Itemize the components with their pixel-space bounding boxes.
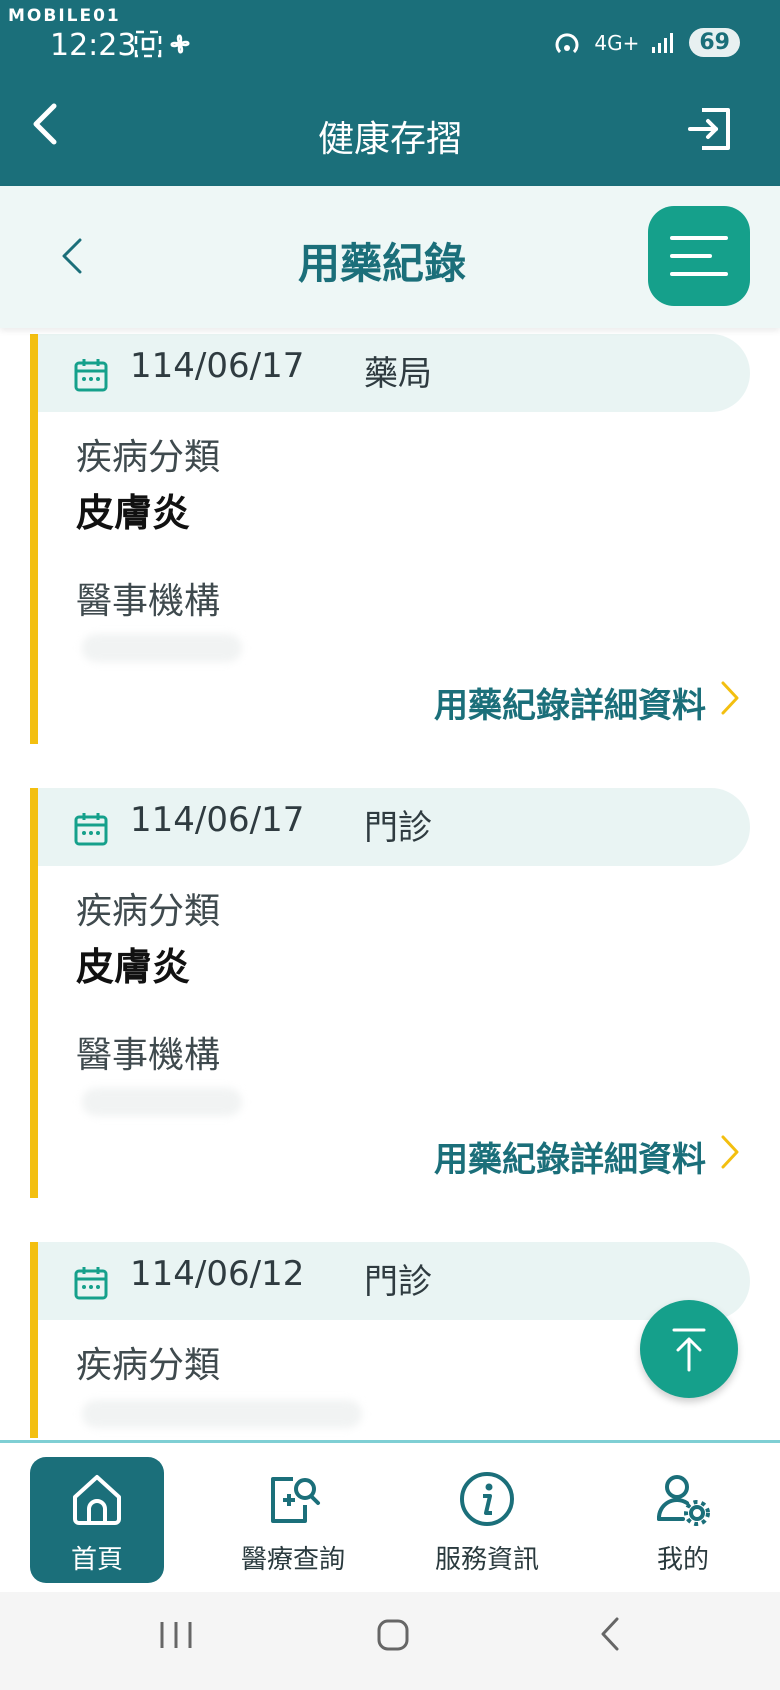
detail-link-label: 用藥紀錄詳細資料 <box>434 686 706 726</box>
system-back-icon[interactable] <box>598 1616 622 1662</box>
disease-label: 疾病分類 <box>76 891 221 932</box>
record-date: 114/06/12 <box>130 1254 305 1294</box>
nav-label: 醫療查詢 <box>240 1545 345 1575</box>
home-icon <box>73 1475 121 1525</box>
top-app-bar: MOBILE01 12:23 4G+ 69 健康存摺 <box>0 0 780 186</box>
signal-icon <box>652 32 674 53</box>
detail-link[interactable]: 用藥紀錄詳細資料 <box>434 678 740 727</box>
status-notification-icons <box>134 30 194 65</box>
scroll-to-top-button[interactable] <box>640 1300 738 1398</box>
detail-link-label: 用藥紀錄詳細資料 <box>434 1140 706 1180</box>
record-type: 門診 <box>364 1262 432 1302</box>
record-date: 114/06/17 <box>130 346 305 386</box>
menu-line-icon <box>670 254 712 258</box>
arrow-up-icon <box>672 1328 706 1372</box>
battery-indicator: 69 <box>689 28 740 57</box>
bottom-navigation: 首頁 醫療查詢 服務資訊 我的 <box>0 1440 780 1592</box>
medical-search-icon <box>271 1477 320 1523</box>
record-card: 114/06/17 門診 疾病分類 皮膚炎 醫事機構 用藥紀錄詳細資料 <box>30 788 750 1198</box>
user-settings-icon <box>656 1475 710 1526</box>
nav-service-info[interactable]: 服務資訊 <box>420 1457 554 1583</box>
disease-value-redacted <box>82 1400 362 1428</box>
disease-value: 皮膚炎 <box>76 945 191 989</box>
detail-link[interactable]: 用藥紀錄詳細資料 <box>434 1132 740 1181</box>
info-icon <box>460 1472 514 1526</box>
institution-value-redacted <box>82 1088 242 1116</box>
nav-home[interactable]: 首頁 <box>30 1457 164 1583</box>
app-title: 健康存摺 <box>317 119 462 160</box>
menu-line-icon <box>670 236 728 240</box>
screenshot-icon <box>134 30 190 58</box>
record-card: 114/06/17 藥局 疾病分類 皮膚炎 醫事機構 用藥紀錄詳細資料 <box>30 334 750 744</box>
disease-value: 皮膚炎 <box>76 491 191 535</box>
record-date: 114/06/17 <box>130 800 305 840</box>
logout-icon[interactable] <box>686 106 732 152</box>
nav-label: 服務資訊 <box>434 1545 539 1575</box>
home-system-icon[interactable] <box>376 1616 410 1662</box>
chevron-right-icon <box>720 680 740 726</box>
calendar-icon <box>74 359 108 392</box>
record-card-header: 114/06/17 門診 <box>38 788 750 866</box>
recent-apps-icon[interactable] <box>158 1616 194 1662</box>
menu-line-icon <box>670 272 728 276</box>
status-time: 12:23 <box>50 28 137 63</box>
institution-value-redacted <box>82 634 242 662</box>
watermark-text: MOBILE01 <box>8 6 121 26</box>
disease-label: 疾病分類 <box>76 437 221 478</box>
network-type: 4G+ <box>594 30 640 55</box>
system-navigation-bar <box>0 1592 780 1690</box>
nav-my-account[interactable]: 我的 <box>616 1457 750 1583</box>
menu-button[interactable] <box>648 206 750 306</box>
record-type: 藥局 <box>364 354 432 394</box>
sub-header: 用藥紀錄 <box>0 186 780 328</box>
institution-label: 醫事機構 <box>76 1035 221 1076</box>
chevron-right-icon <box>720 1134 740 1180</box>
nav-medical-search[interactable]: 醫療查詢 <box>226 1457 360 1583</box>
institution-label: 醫事機構 <box>76 581 221 622</box>
record-type: 門診 <box>364 808 432 848</box>
hotspot-icon <box>555 32 579 53</box>
record-list: 114/06/17 藥局 疾病分類 皮膚炎 醫事機構 用藥紀錄詳細資料 114/… <box>0 328 780 1438</box>
status-right-icons: 4G+ 69 <box>552 28 740 57</box>
record-card-header: 114/06/17 藥局 <box>38 334 750 412</box>
calendar-icon <box>74 1267 108 1300</box>
disease-label: 疾病分類 <box>76 1345 221 1386</box>
calendar-icon <box>74 813 108 846</box>
nav-label: 首頁 <box>70 1545 123 1575</box>
nav-label: 我的 <box>656 1545 709 1575</box>
